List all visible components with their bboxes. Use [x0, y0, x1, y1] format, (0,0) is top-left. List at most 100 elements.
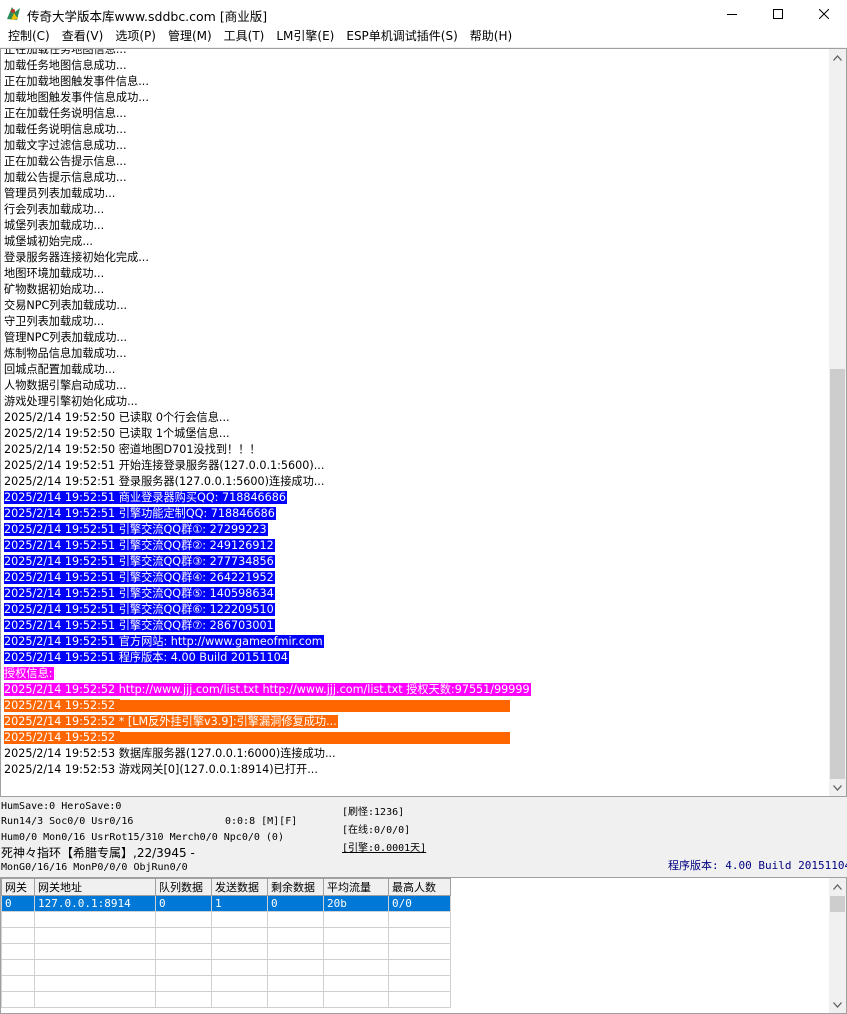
table-cell — [267, 927, 324, 944]
log-line-text: 行会列表加载成功... — [4, 203, 105, 216]
table-cell — [1, 991, 35, 1008]
column-header[interactable]: 队列数据 — [155, 878, 212, 896]
log-line-text: 2025/2/14 19:52:51 引擎交流QQ群②: 249126912 — [4, 539, 275, 552]
column-header[interactable]: 剩余数据 — [267, 878, 324, 896]
log-line: 加载文字过滤信息成功... — [4, 138, 531, 154]
table-cell: 0 — [267, 895, 324, 912]
log-line-text: 加载文字过滤信息成功... — [4, 139, 127, 152]
menu-esp-plugin[interactable]: ESP单机调试插件(S) — [340, 28, 463, 47]
log-line-text: 加载任务说明信息成功... — [4, 123, 127, 136]
log-line-text: 2025/2/14 19:52:51 引擎交流QQ群⑤: 140598634 — [4, 587, 275, 600]
log-line-text: 2025/2/14 19:52:52 — [4, 731, 120, 744]
menu-tools[interactable]: 工具(T) — [218, 28, 271, 47]
gate-table-grid: 网关 网关地址 队列数据 发送数据 剩余数据 平均流量 最高人数 0 127.0.0.1:89… — [1, 878, 451, 1008]
log-line: 交易NPC列表加载成功... — [4, 298, 531, 314]
log-line-text: 管理NPC列表加载成功... — [4, 331, 128, 344]
table-row[interactable]: 0 127.0.0.1:8914 0 1 0 20b 0/0 — [1, 895, 451, 912]
table-scroll-thumb[interactable] — [830, 896, 845, 912]
table-cell — [34, 991, 156, 1008]
table-cell — [34, 927, 156, 944]
column-header[interactable]: 网关地址 — [34, 878, 156, 896]
close-button[interactable] — [801, 0, 847, 28]
log-line-text: 2025/2/14 19:52:52 * [LM反外挂引擎v3.9]:引擎漏洞修… — [4, 715, 338, 728]
column-header[interactable]: 平均流量 — [323, 878, 389, 896]
log-separator-bar — [119, 700, 510, 712]
log-line: 2025/2/14 19:52:51 引擎功能定制QQ: 718846686 — [4, 506, 531, 522]
table-cell — [211, 959, 268, 976]
status-engine[interactable]: [引擎:0.0001天] — [342, 839, 426, 854]
table-cell: 127.0.0.1:8914 — [34, 895, 156, 912]
log-line-text: 2025/2/14 19:52:50 已读取 1个城堡信息... — [4, 427, 230, 440]
log-area[interactable]: 正在加载任务地图信息... 加载任务地图信息成功... 正在加载地图触发事件信息..… — [0, 48, 847, 797]
log-separator-bar — [119, 732, 510, 744]
table-cell — [267, 991, 324, 1008]
log-line-text: 2025/2/14 19:52:51 官方网站: http://www.game… — [4, 635, 324, 648]
table-cell — [388, 927, 451, 944]
log-scrollbar[interactable] — [829, 49, 846, 796]
table-cell: 20b — [323, 895, 389, 912]
menu-manage[interactable]: 管理(M) — [162, 28, 218, 47]
menu-control[interactable]: 控制(C) — [2, 28, 56, 47]
menu-lm-engine[interactable]: LM引擎(E) — [270, 28, 340, 47]
status-monsters: MonG0/16/16 MonP0/0/0 ObjRun0/0 — [1, 862, 188, 873]
log-line: 地图环境加载成功... — [4, 266, 531, 282]
table-cell — [211, 943, 268, 960]
log-line-text: 2025/2/14 19:52:53 数据库服务器(127.0.0.1:6000… — [4, 747, 336, 760]
table-cell — [323, 975, 389, 992]
menu-help[interactable]: 帮助(H) — [464, 28, 518, 47]
log-line-text: 加载地图触发事件信息成功... — [4, 91, 149, 104]
log-line: 正在加载任务地图信息... — [4, 49, 531, 58]
log-line: 正在加载地图触发事件信息... — [4, 74, 531, 90]
table-scroll-up-button[interactable] — [829, 878, 846, 895]
table-cell — [323, 943, 389, 960]
column-header[interactable]: 发送数据 — [211, 878, 268, 896]
log-line-text: 2025/2/14 19:52:51 引擎交流QQ群⑦: 286703001 — [4, 619, 275, 632]
column-header[interactable]: 网关 — [1, 878, 35, 896]
menu-view[interactable]: 查看(V) — [56, 28, 110, 47]
log-line-text: 2025/2/14 19:52:52 http://www.jjj.com/li… — [4, 683, 531, 696]
table-cell — [1, 911, 35, 928]
log-line-text: 2025/2/14 19:52:51 引擎交流QQ群⑥: 122209510 — [4, 603, 275, 616]
log-line-text: 2025/2/14 19:52:51 引擎交流QQ群①: 27299223 — [4, 523, 268, 536]
scroll-down-button[interactable] — [829, 779, 846, 796]
log-line-text: 2025/2/14 19:52:50 已读取 0个行会信息... — [4, 411, 230, 424]
table-cell — [388, 943, 451, 960]
table-cell — [323, 911, 389, 928]
log-line: 2025/2/14 19:52:51 引擎交流QQ群②: 249126912 — [4, 538, 531, 554]
log-line: 2025/2/14 19:52:51 引擎交流QQ群③: 277734856 — [4, 554, 531, 570]
chevron-down-icon — [833, 1001, 842, 1008]
log-line: 2025/2/14 19:52:52 * [LM反外挂引擎v3.9]:引擎漏洞修… — [4, 714, 531, 730]
chevron-up-icon — [833, 54, 842, 61]
table-cell: 0 — [155, 895, 212, 912]
table-cell — [388, 959, 451, 976]
log-line: 回城点配置加载成功... — [4, 362, 531, 378]
column-header[interactable]: 最高人数 — [388, 878, 451, 896]
log-line-text: 授权信息: — [4, 667, 54, 680]
gate-table[interactable]: 网关 网关地址 队列数据 发送数据 剩余数据 平均流量 最高人数 0 127.0.0.1:89… — [0, 877, 847, 1014]
log-line: 2025/2/14 19:52:51 登录服务器(127.0.0.1:5600)… — [4, 474, 531, 490]
table-cell — [155, 959, 212, 976]
scroll-thumb[interactable] — [830, 369, 845, 779]
log-line-text: 正在加载地图触发事件信息... — [4, 75, 149, 88]
table-scrollbar[interactable] — [829, 878, 846, 1013]
log-line: 加载公告提示信息成功... — [4, 170, 531, 186]
log-line: 2025/2/14 19:52:51 引擎交流QQ群⑦: 286703001 — [4, 618, 531, 634]
log-line: 授权信息: — [4, 666, 531, 682]
log-line: 矿物数据初始成功... — [4, 282, 531, 298]
app-logo-icon — [7, 7, 20, 20]
scroll-up-button[interactable] — [829, 49, 846, 66]
log-line: 城堡城初始完成... — [4, 234, 531, 250]
table-scroll-down-button[interactable] — [829, 996, 846, 1013]
menu-options[interactable]: 选项(P) — [109, 28, 162, 47]
log-line: 炼制物品信息加载成功... — [4, 346, 531, 362]
table-cell: 1 — [211, 895, 268, 912]
maximize-button[interactable] — [755, 0, 801, 28]
table-cell — [388, 991, 451, 1008]
minimize-button[interactable] — [709, 0, 755, 28]
table-cell — [155, 991, 212, 1008]
table-cell — [34, 911, 156, 928]
chevron-down-icon — [833, 784, 842, 791]
table-cell — [211, 975, 268, 992]
log-line: 加载任务说明信息成功... — [4, 122, 531, 138]
log-line-text: 2025/2/14 19:52:51 引擎交流QQ群③: 277734856 — [4, 555, 275, 568]
